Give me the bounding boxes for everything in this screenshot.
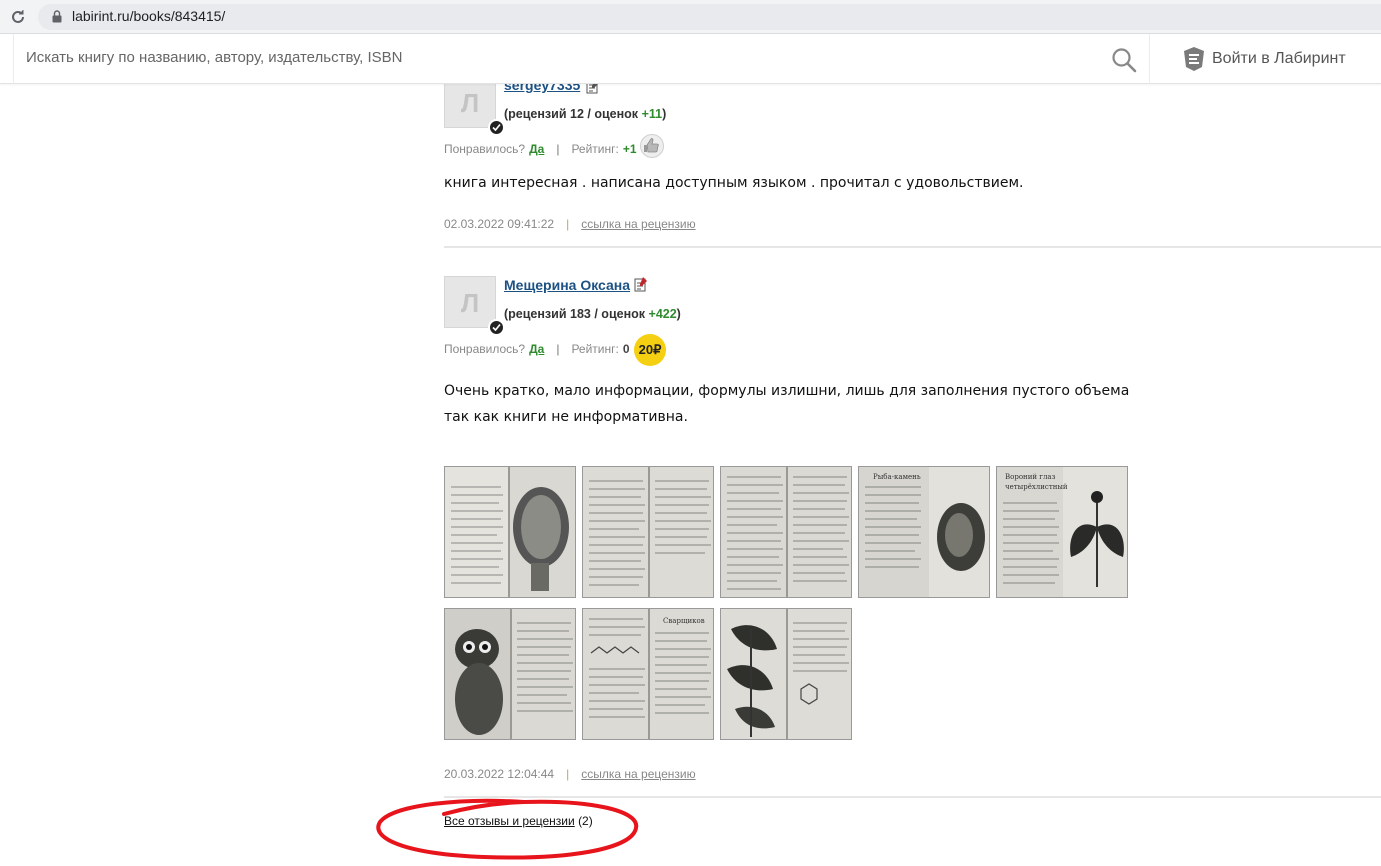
review-photo[interactable]: Рыба-камень xyxy=(858,466,990,598)
review-permalink[interactable]: ссылка на рецензию xyxy=(581,217,695,231)
avatar-letter: Л xyxy=(460,288,480,318)
author-stats: (рецензий 183 / оценок +422) xyxy=(504,307,681,321)
avatar[interactable]: Л xyxy=(444,276,505,336)
rating-label: Рейтинг: xyxy=(571,342,619,356)
thumbs-up-icon[interactable] xyxy=(640,134,664,158)
review-text: книга интересная . написана доступным яз… xyxy=(444,175,1024,191)
search-placeholder: Искать книгу по названию, автору, издате… xyxy=(26,49,403,66)
divider xyxy=(444,796,1381,798)
review-item: Л sergey7335 (рецензий 12 / оценок +11) … xyxy=(444,74,1381,246)
review-photo[interactable] xyxy=(720,608,852,740)
like-yes-link[interactable]: Да xyxy=(529,142,544,156)
browser-toolbar: labirint.ru/books/843415/ xyxy=(0,0,1381,34)
review-photo[interactable] xyxy=(444,466,576,598)
reload-icon[interactable] xyxy=(8,7,28,27)
author-stats: (рецензий 12 / оценок +11) xyxy=(504,107,667,121)
svg-text:Рыба-камень: Рыба-камень xyxy=(873,473,921,481)
review-meta: Понравилось? Да | Рейтинг: +1 xyxy=(444,142,637,156)
verified-badge-icon xyxy=(488,319,505,336)
all-reviews-link[interactable]: Все отзывы и рецензии xyxy=(444,814,575,828)
avatar-letter: Л xyxy=(460,88,480,118)
all-reviews-count: (2) xyxy=(578,814,593,828)
rating-value: 0 xyxy=(622,342,630,356)
rating-value: +1 xyxy=(622,142,637,156)
labirint-logo-icon xyxy=(1184,47,1204,71)
review-text: Очень кратко, мало информации, формулы и… xyxy=(444,383,1130,425)
review-item: Л Мещерина Оксана (рецензий 183 / оценок… xyxy=(444,274,1381,794)
like-yes-link[interactable]: Да xyxy=(529,342,544,356)
rating-label: Рейтинг: xyxy=(571,142,619,156)
lock-icon xyxy=(52,10,62,23)
svg-text:четырёхлистный: четырёхлистный xyxy=(1005,483,1068,491)
review-photo[interactable] xyxy=(720,466,852,598)
red-annotation-circle xyxy=(376,798,639,860)
liked-label: Понравилось? xyxy=(444,142,526,156)
review-footer: 02.03.2022 09:41:22 | ссылка на рецензию xyxy=(444,217,696,231)
all-reviews: Все отзывы и рецензии (2) xyxy=(444,814,593,828)
review-date: 02.03.2022 09:41:22 xyxy=(444,217,555,231)
site-header: Искать книгу по названию, автору, издате… xyxy=(0,34,1381,84)
bonus-coin-badge: 20₽ xyxy=(634,334,666,366)
review-permalink[interactable]: ссылка на рецензию xyxy=(581,767,695,781)
svg-text:Вороний глаз: Вороний глаз xyxy=(1005,473,1056,481)
svg-text:Сварщиков: Сварщиков xyxy=(663,617,705,625)
review-meta: Понравилось? Да | Рейтинг: 0 xyxy=(444,342,630,356)
verified-badge-icon xyxy=(488,119,505,136)
search-input[interactable]: Искать книгу по названию, автору, издате… xyxy=(13,34,1150,84)
review-author-link[interactable]: Мещерина Оксана xyxy=(504,277,630,293)
liked-label: Понравилось? xyxy=(444,342,526,356)
review-date: 20.03.2022 12:04:44 xyxy=(444,767,555,781)
review-footer: 20.03.2022 12:04:44 | ссылка на рецензию xyxy=(444,767,696,781)
search-icon[interactable] xyxy=(1111,47,1137,73)
login-button[interactable]: Войти в Лабиринт xyxy=(1180,44,1346,74)
divider xyxy=(444,246,1381,248)
review-photo[interactable]: Сварщиков xyxy=(582,608,714,740)
review-photo[interactable] xyxy=(444,608,576,740)
review-photo[interactable] xyxy=(582,466,714,598)
url-text: labirint.ru/books/843415/ xyxy=(72,8,226,24)
address-bar[interactable]: labirint.ru/books/843415/ xyxy=(38,4,1381,30)
edit-review-icon xyxy=(634,277,647,292)
review-photo[interactable]: Вороний глаз четырёхлистный xyxy=(996,466,1128,598)
login-label: Войти в Лабиринт xyxy=(1212,50,1346,67)
